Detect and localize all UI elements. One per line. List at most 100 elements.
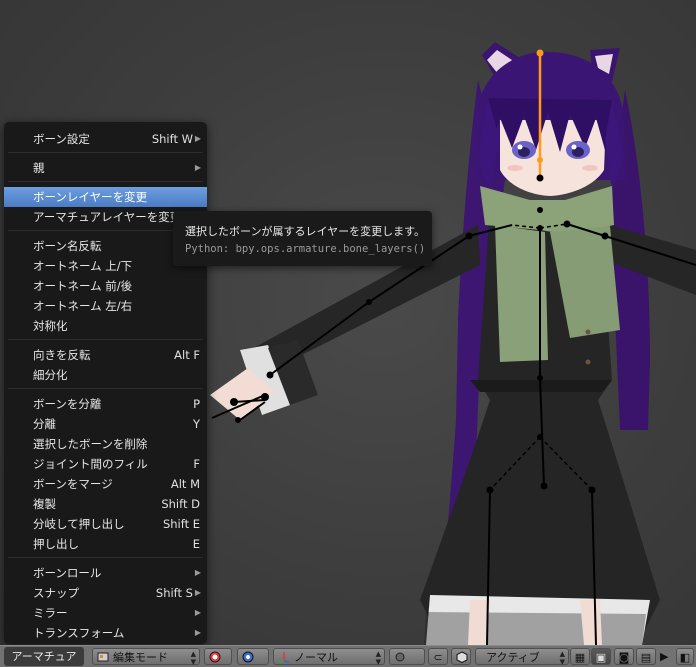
menu-item-extrude[interactable]: 押し出し E [4, 534, 207, 554]
header-extra-button[interactable]: ◧ [676, 648, 694, 665]
menu-item-label: 分離 [33, 417, 56, 431]
shading-sphere-icon [209, 651, 221, 663]
scene-icon: ◧ [679, 651, 691, 664]
menu-item-shortcut: Shift E [162, 517, 200, 531]
menu-item-bone-settings[interactable]: ボーン設定 Shift W ▶ [4, 129, 207, 149]
play-icon[interactable]: ▶ [660, 648, 674, 665]
menu-item-shortcut: Alt M [170, 477, 200, 491]
menu-item-merge-bones[interactable]: ボーンをマージ Alt M [4, 474, 207, 494]
orientation-label: ノーマル [294, 651, 338, 664]
menu-item-label: 複製 [33, 497, 56, 511]
dropdown-arrows-icon: ▲ ▼ [190, 650, 196, 666]
menu-item-transform[interactable]: トランスフォーム ▶ [4, 623, 207, 643]
transform-orientation-selector[interactable]: ノーマル ▲ ▼ [273, 648, 385, 666]
operator-tooltip: 選択したボーンが属するレイヤーを変更します。 Python: bpy.ops.a… [173, 211, 432, 266]
menu-item-label: トランスフォーム [33, 626, 125, 640]
menu-item-symmetrize[interactable]: 対称化 [4, 316, 207, 336]
frame-icon: ▣ [595, 651, 607, 664]
menu-item-extrude-forked[interactable]: 分岐して押し出し Shift E [4, 514, 207, 534]
3d-viewport[interactable]: ボーン設定 Shift W ▶ 親 ▶ ボーンレイヤーを変更 アーマチュアレイヤ… [0, 0, 696, 666]
edit-mode-icon [97, 652, 109, 662]
menu-separator [8, 339, 203, 340]
pivot-icon [242, 651, 254, 663]
cube-icon [456, 651, 468, 663]
submenu-arrow-icon: ▶ [194, 163, 201, 172]
layers-selector[interactable] [389, 648, 425, 665]
menu-item-label: 対称化 [33, 319, 68, 333]
menu-item-shortcut: F [193, 457, 200, 471]
menu-item-shortcut: Shift D [161, 497, 200, 511]
submenu-arrow-icon: ▶ [194, 608, 201, 617]
menu-item-label: ボーンロール [33, 566, 102, 580]
menu-separator [8, 557, 203, 558]
dropdown-arrows-icon: ▲ ▼ [375, 650, 381, 666]
menu-item-label: 選択したボーンを削除 [33, 437, 148, 451]
menu-item-shortcut: E [192, 537, 200, 551]
menu-item-label: オートネーム 前/後 [33, 279, 133, 293]
submenu-arrow-icon: ▶ [194, 628, 201, 637]
menu-item-duplicate[interactable]: 複製 Shift D [4, 494, 207, 514]
menu-item-switch-direction[interactable]: 向きを反転 Alt F [4, 345, 207, 365]
menu-item-mirror[interactable]: ミラー ▶ [4, 603, 207, 623]
menu-item-change-bone-layers[interactable]: ボーンレイヤーを変更 [4, 187, 207, 207]
viewport-header: アーマチュア 編集モード ▲ ▼ ノーマル ▲ ▼ ⊂ アクティブ ▲ ▼ ▦ … [0, 645, 696, 667]
menu-item-label: ボーン設定 [33, 132, 90, 146]
magnet-icon: ⊂ [433, 651, 443, 664]
submenu-arrow-icon: ▶ [194, 134, 201, 143]
menu-item-subdivide[interactable]: 細分化 [4, 365, 207, 385]
menu-item-shortcut: P [193, 397, 200, 411]
project-snap-button[interactable]: ▣ [591, 648, 611, 665]
grid-icon: ▦ [574, 651, 586, 664]
armature-specials-menu: ボーン設定 Shift W ▶ 親 ▶ ボーンレイヤーを変更 アーマチュアレイヤ… [4, 122, 207, 644]
menu-separator [8, 152, 203, 153]
layer-circle-icon [395, 652, 405, 662]
menu-item-shortcut: Alt F [174, 348, 200, 362]
menu-item-delete-selected-bones[interactable]: 選択したボーンを削除 [4, 434, 207, 454]
camera-icon: ◙ [618, 651, 630, 664]
dropdown-arrows-icon: ▲ ▼ [559, 650, 565, 666]
menu-item-separate-bones[interactable]: ボーンを分離 P [4, 394, 207, 414]
render-image-button[interactable]: ◙ [614, 648, 634, 665]
menu-item-parent[interactable]: 親 ▶ [4, 158, 207, 178]
menu-item-fill-between-joints[interactable]: ジョイント間のフィル F [4, 454, 207, 474]
submenu-arrow-icon: ▶ [194, 588, 201, 597]
render-animation-button[interactable]: ▤ [636, 648, 656, 665]
menu-item-label: アーマチュアレイヤーを変更 [33, 210, 182, 224]
snap-target-label: アクティブ [486, 651, 540, 664]
menu-item-label: 分岐して押し出し [33, 517, 125, 531]
tooltip-python-path: Python: bpy.ops.armature.bone_layers() [185, 243, 426, 255]
menu-item-snap[interactable]: スナップ Shift S ▶ [4, 583, 207, 603]
menu-item-shortcut: Shift S [155, 586, 193, 600]
clapperboard-icon: ▤ [640, 651, 652, 664]
menu-item-bone-roll[interactable]: ボーンロール ▶ [4, 563, 207, 583]
menu-item-split[interactable]: 分離 Y [4, 414, 207, 434]
menu-item-label: 親 [33, 161, 45, 175]
manipulator-axes-icon [278, 652, 290, 663]
menu-item-label: 押し出し [33, 537, 79, 551]
menu-item-label: ジョイント間のフィル [33, 457, 148, 471]
menu-item-autoname-left-right[interactable]: オートネーム 左/右 [4, 296, 207, 316]
submenu-arrow-icon: ▶ [194, 568, 201, 577]
menu-item-label: ボーンレイヤーを変更 [33, 190, 148, 204]
menu-item-label: 細分化 [33, 368, 68, 382]
snap-element-selector[interactable] [451, 648, 471, 665]
snap-target-selector[interactable]: アクティブ ▲ ▼ [475, 648, 569, 666]
menu-item-shortcut: Shift W [151, 132, 193, 146]
menu-item-shortcut: Y [192, 417, 200, 431]
menu-item-label: ミラー [33, 606, 68, 620]
menu-item-autoname-front-back[interactable]: オートネーム 前/後 [4, 276, 207, 296]
armature-menu-button[interactable]: アーマチュア [4, 647, 84, 666]
menu-separator [8, 388, 203, 389]
pivot-point-selector[interactable] [237, 648, 269, 665]
menu-item-label: ボーン名反転 [33, 239, 102, 253]
snap-toggle[interactable]: ⊂ [428, 648, 448, 665]
align-rotation-button[interactable]: ▦ [570, 648, 590, 665]
menu-item-label: オートネーム 左/右 [33, 299, 133, 313]
mode-selector[interactable]: 編集モード ▲ ▼ [92, 648, 200, 666]
menu-item-label: ボーンを分離 [33, 397, 102, 411]
menu-item-label: オートネーム 上/下 [33, 259, 133, 273]
menu-item-label: スナップ [33, 586, 79, 600]
shading-selector[interactable] [204, 648, 232, 665]
menu-item-label: ボーンをマージ [33, 477, 113, 491]
mode-label: 編集モード [113, 651, 168, 664]
